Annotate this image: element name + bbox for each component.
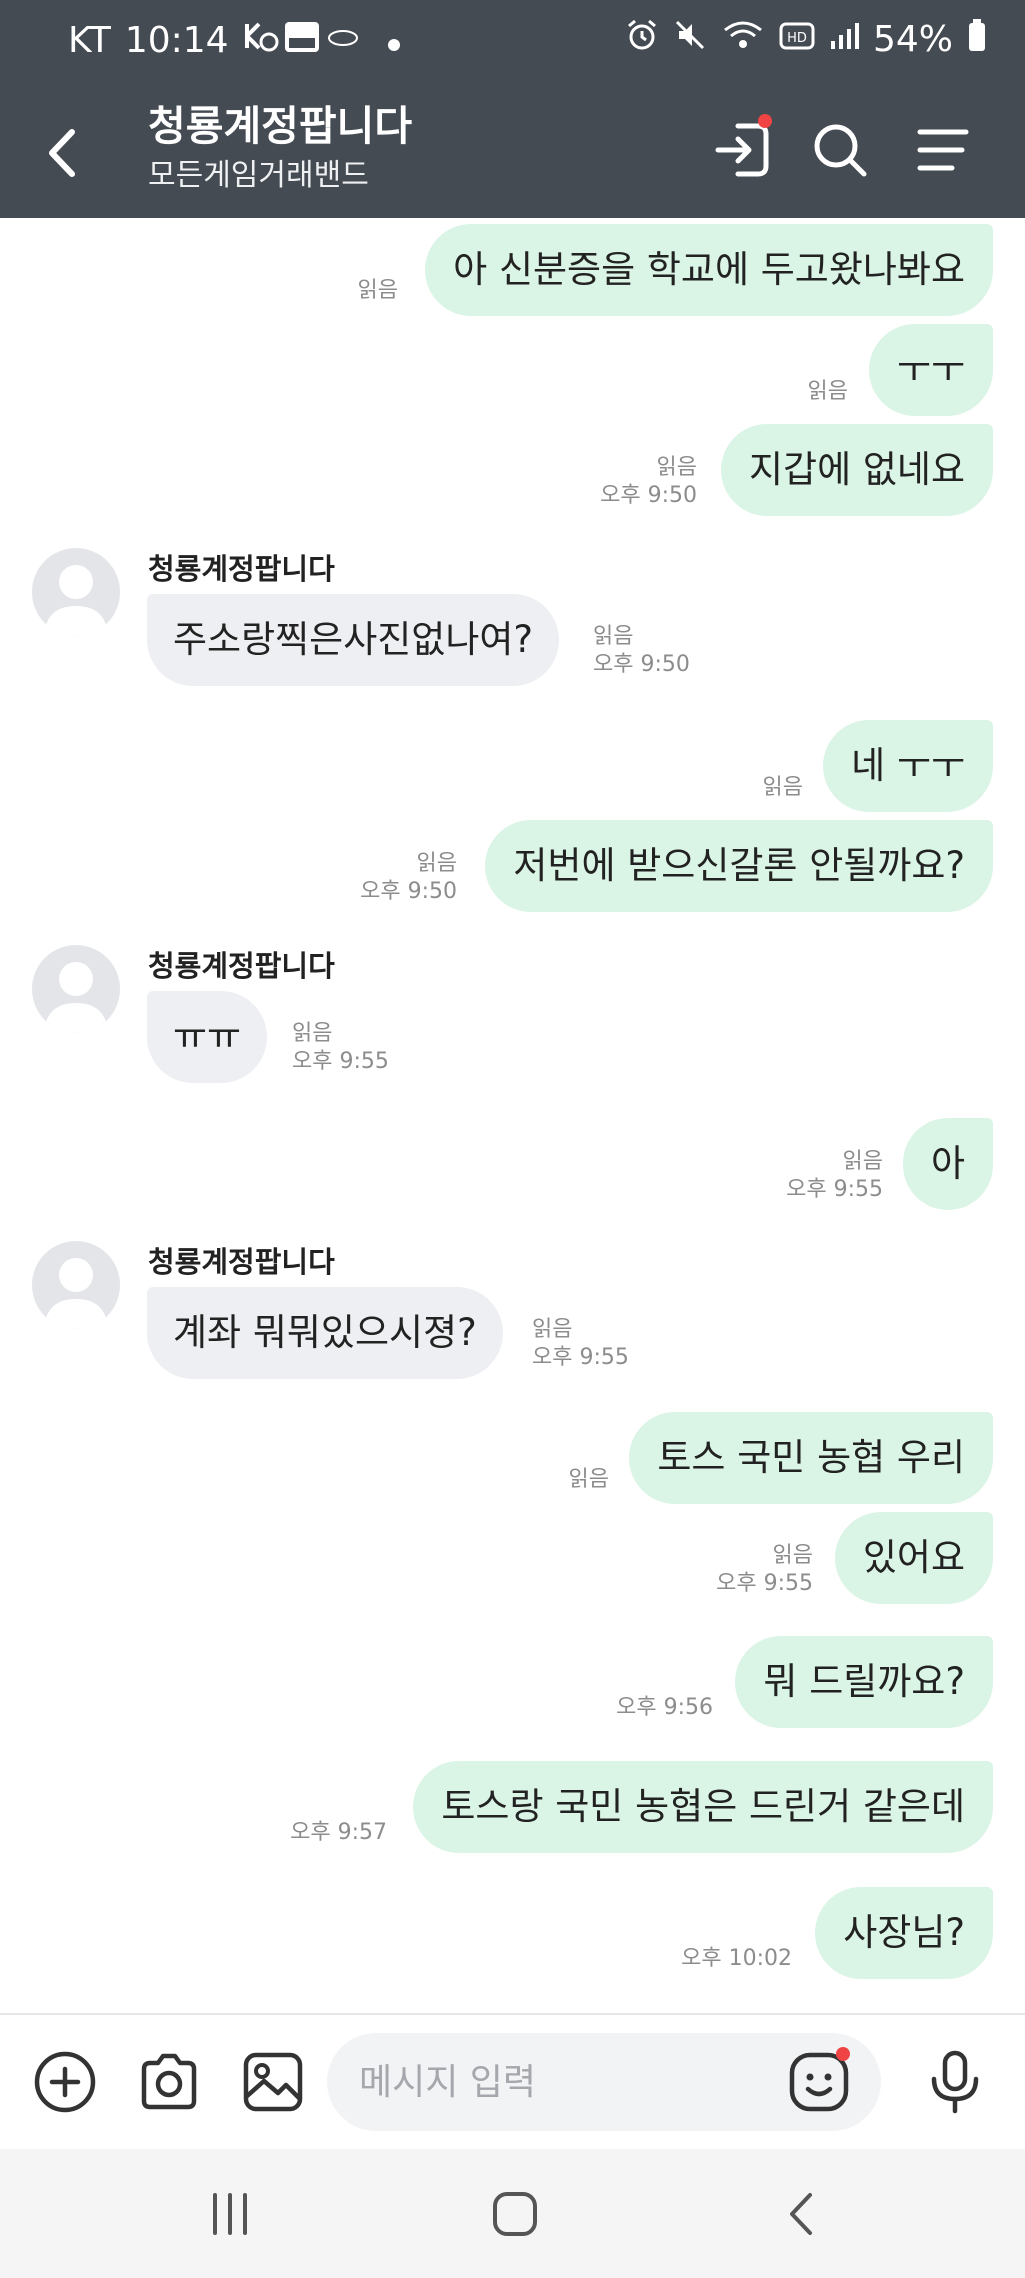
profile-placeholder-icon xyxy=(44,565,108,636)
message-time: 오후 9:55 xyxy=(716,1571,813,1596)
avatar[interactable] xyxy=(32,1241,120,1329)
carrier-label: KT xyxy=(68,20,111,61)
message-read-status: 읽음 xyxy=(292,1021,333,1046)
message-read-status: 읽음 xyxy=(568,1467,609,1492)
message-read-status: 읽음 xyxy=(357,278,398,303)
other-message-bubble[interactable]: ㅠㅠ xyxy=(147,991,268,1083)
menu-icon xyxy=(917,129,969,171)
search-button[interactable] xyxy=(808,118,872,182)
battery-percent: 54% xyxy=(872,19,953,60)
svg-text:HD: HD xyxy=(787,31,807,46)
my-message-bubble[interactable]: 있어요 xyxy=(834,1512,993,1604)
plus-circle-icon xyxy=(34,2051,96,2113)
wifi-icon xyxy=(721,18,765,61)
profile-placeholder-icon xyxy=(44,962,108,1033)
back-icon xyxy=(790,2193,812,2235)
microphone-icon xyxy=(931,2050,979,2114)
battery-icon xyxy=(967,18,987,61)
message-time: 오후 9:55 xyxy=(292,1049,389,1074)
nav-back-button[interactable] xyxy=(776,2187,830,2241)
status-right: HD 54% xyxy=(625,18,987,61)
my-message-bubble[interactable]: ㅜㅜ xyxy=(868,324,993,416)
avatar[interactable] xyxy=(32,548,120,636)
avatar[interactable] xyxy=(32,945,120,1033)
back-button[interactable] xyxy=(40,118,90,188)
message-read-status: 읽음 xyxy=(772,1543,813,1568)
search-icon xyxy=(814,124,867,177)
my-message-bubble[interactable]: 아 신분증을 학교에 두고왔나봐요 xyxy=(425,224,993,316)
mute-icon xyxy=(673,18,707,61)
signal-icon xyxy=(829,19,859,60)
message-time: 오후 10:02 xyxy=(681,1946,792,1971)
my-message-bubble[interactable]: 지갑에 없네요 xyxy=(720,424,993,516)
sender-name: 청룡계정팝니다 xyxy=(148,949,335,983)
exit-button[interactable] xyxy=(710,114,774,182)
image-icon xyxy=(243,2052,303,2112)
my-message-bubble[interactable]: 아 xyxy=(902,1118,993,1210)
home-button[interactable] xyxy=(488,2187,542,2241)
alarm-icon xyxy=(625,18,659,61)
message-input-bar xyxy=(0,2013,1025,2149)
attach-button[interactable] xyxy=(32,2049,98,2115)
other-message-bubble[interactable]: 주소랑찍은사진없나여? xyxy=(147,594,560,686)
message-time: 오후 9:56 xyxy=(616,1695,713,1720)
message-time: 오후 9:50 xyxy=(600,483,697,508)
emoji-notification-dot xyxy=(836,2047,850,2061)
camera-icon xyxy=(141,2053,197,2110)
recent-apps-icon xyxy=(213,2193,247,2235)
system-navigation-bar xyxy=(0,2149,1025,2278)
sender-name: 청룡계정팝니다 xyxy=(148,552,335,586)
message-read-status: 읽음 xyxy=(656,455,697,480)
message-read-status: 읽음 xyxy=(532,1317,573,1342)
message-time: 오후 9:57 xyxy=(290,1820,387,1845)
my-message-bubble[interactable]: 저번에 받으신갈론 안될까요? xyxy=(485,820,993,912)
message-read-status: 읽음 xyxy=(416,851,457,876)
gallery-button[interactable] xyxy=(240,2049,306,2115)
chat-title: 청룡계정팝니다 xyxy=(148,102,413,150)
status-left: KT 10:14 xyxy=(68,18,401,63)
message-time: 오후 9:55 xyxy=(532,1345,629,1370)
hd-icon: HD xyxy=(779,19,815,60)
back-arrow-icon xyxy=(49,129,75,177)
sender-name: 청룡계정팝니다 xyxy=(148,1245,335,1279)
my-message-bubble[interactable]: 토스랑 국민 농협은 드린거 같은데 xyxy=(413,1761,993,1853)
profile-placeholder-icon xyxy=(44,1258,108,1329)
message-read-status: 읽음 xyxy=(593,624,634,649)
recent-apps-button[interactable] xyxy=(203,2187,257,2241)
other-message-bubble[interactable]: 계좌 뭐뭐있으시졍? xyxy=(147,1287,503,1379)
dot-icon xyxy=(387,20,401,61)
status-bar: KT 10:14 HD 54% xyxy=(0,0,1025,82)
menu-button[interactable] xyxy=(912,118,976,182)
chat-subtitle: 모든게임거래밴드 xyxy=(148,158,369,193)
voice-button[interactable] xyxy=(922,2049,988,2115)
message-read-status: 읽음 xyxy=(762,775,803,800)
my-message-bubble[interactable]: 뭐 드릴까요? xyxy=(735,1636,993,1728)
notification-icons xyxy=(243,18,373,63)
my-message-bubble[interactable]: 사장님? xyxy=(815,1887,993,1979)
home-icon xyxy=(493,2192,537,2236)
message-read-status: 읽음 xyxy=(807,379,848,404)
emoji-button[interactable] xyxy=(786,2047,852,2115)
my-message-bubble[interactable]: 토스 국민 농협 우리 xyxy=(629,1412,993,1504)
message-read-status: 읽음 xyxy=(842,1149,883,1174)
message-time: 오후 9:50 xyxy=(593,652,690,677)
chat-header: 청룡계정팝니다 모든게임거래밴드 xyxy=(0,82,1025,218)
message-time: 오후 9:55 xyxy=(786,1177,883,1202)
message-time: 오후 9:50 xyxy=(360,879,457,904)
my-message-bubble[interactable]: 네 ㅜㅜ xyxy=(823,720,993,812)
chat-messages[interactable]: 아 신분증을 학교에 두고왔나봐요 읽음 ㅜㅜ 읽음 지갑에 없네요 읽음 오후… xyxy=(0,218,1025,2013)
clock: 10:14 xyxy=(124,20,229,61)
camera-button[interactable] xyxy=(136,2049,202,2115)
exit-notification-dot xyxy=(758,114,772,128)
